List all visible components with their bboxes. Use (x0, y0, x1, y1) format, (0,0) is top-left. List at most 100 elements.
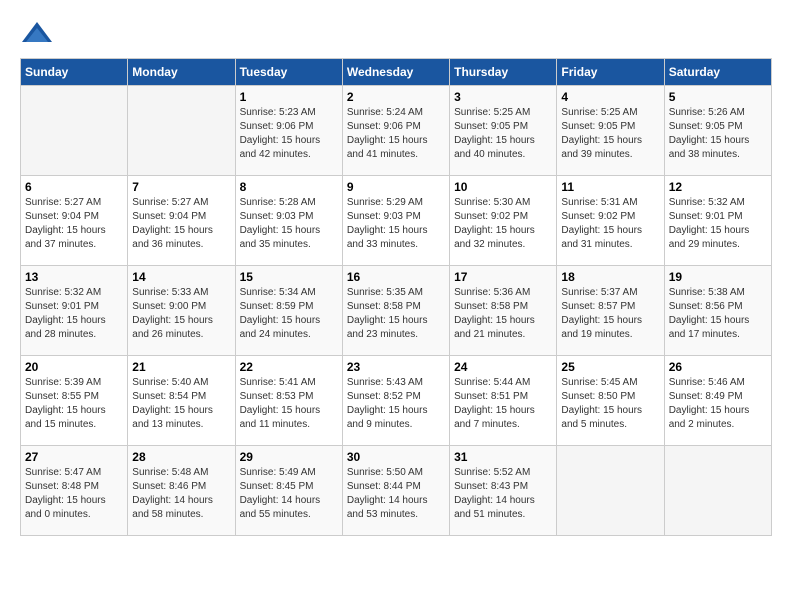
daylight-text: Daylight: 14 hours and 58 minutes. (132, 495, 213, 520)
sunrise-text: Sunrise: 5:35 AM (347, 287, 423, 298)
calendar-cell (664, 446, 771, 536)
weekday-header: Tuesday (235, 59, 342, 86)
day-info: Sunrise: 5:46 AM Sunset: 8:49 PM Dayligh… (669, 376, 767, 432)
day-number: 4 (561, 90, 659, 104)
day-info: Sunrise: 5:25 AM Sunset: 9:05 PM Dayligh… (454, 106, 552, 162)
day-info: Sunrise: 5:26 AM Sunset: 9:05 PM Dayligh… (669, 106, 767, 162)
calendar-cell: 21 Sunrise: 5:40 AM Sunset: 8:54 PM Dayl… (128, 356, 235, 446)
daylight-text: Daylight: 15 hours and 2 minutes. (669, 405, 750, 430)
daylight-text: Daylight: 15 hours and 39 minutes. (561, 135, 642, 160)
day-info: Sunrise: 5:28 AM Sunset: 9:03 PM Dayligh… (240, 196, 338, 252)
day-info: Sunrise: 5:48 AM Sunset: 8:46 PM Dayligh… (132, 466, 230, 522)
daylight-text: Daylight: 15 hours and 7 minutes. (454, 405, 535, 430)
sunset-text: Sunset: 8:51 PM (454, 391, 528, 402)
calendar-cell: 15 Sunrise: 5:34 AM Sunset: 8:59 PM Dayl… (235, 266, 342, 356)
daylight-text: Daylight: 15 hours and 42 minutes. (240, 135, 321, 160)
day-number: 2 (347, 90, 445, 104)
sunset-text: Sunset: 8:45 PM (240, 481, 314, 492)
calendar-cell: 2 Sunrise: 5:24 AM Sunset: 9:06 PM Dayli… (342, 86, 449, 176)
sunrise-text: Sunrise: 5:33 AM (132, 287, 208, 298)
daylight-text: Daylight: 15 hours and 24 minutes. (240, 315, 321, 340)
day-info: Sunrise: 5:25 AM Sunset: 9:05 PM Dayligh… (561, 106, 659, 162)
calendar-cell: 5 Sunrise: 5:26 AM Sunset: 9:05 PM Dayli… (664, 86, 771, 176)
day-number: 17 (454, 270, 552, 284)
sunset-text: Sunset: 8:43 PM (454, 481, 528, 492)
day-number: 21 (132, 360, 230, 374)
sunset-text: Sunset: 9:06 PM (347, 121, 421, 132)
day-number: 28 (132, 450, 230, 464)
day-info: Sunrise: 5:39 AM Sunset: 8:55 PM Dayligh… (25, 376, 123, 432)
day-number: 5 (669, 90, 767, 104)
header-row: SundayMondayTuesdayWednesdayThursdayFrid… (21, 59, 772, 86)
calendar-cell: 28 Sunrise: 5:48 AM Sunset: 8:46 PM Dayl… (128, 446, 235, 536)
sunrise-text: Sunrise: 5:47 AM (25, 467, 101, 478)
day-number: 11 (561, 180, 659, 194)
daylight-text: Daylight: 15 hours and 9 minutes. (347, 405, 428, 430)
day-number: 3 (454, 90, 552, 104)
sunrise-text: Sunrise: 5:45 AM (561, 377, 637, 388)
sunrise-text: Sunrise: 5:32 AM (25, 287, 101, 298)
weekday-header: Friday (557, 59, 664, 86)
day-number: 13 (25, 270, 123, 284)
page-header (20, 20, 772, 48)
daylight-text: Daylight: 15 hours and 33 minutes. (347, 225, 428, 250)
calendar-cell: 31 Sunrise: 5:52 AM Sunset: 8:43 PM Dayl… (450, 446, 557, 536)
day-number: 8 (240, 180, 338, 194)
day-info: Sunrise: 5:23 AM Sunset: 9:06 PM Dayligh… (240, 106, 338, 162)
sunset-text: Sunset: 8:55 PM (25, 391, 99, 402)
daylight-text: Daylight: 15 hours and 15 minutes. (25, 405, 106, 430)
calendar-cell: 16 Sunrise: 5:35 AM Sunset: 8:58 PM Dayl… (342, 266, 449, 356)
day-number: 16 (347, 270, 445, 284)
sunset-text: Sunset: 9:00 PM (132, 301, 206, 312)
calendar-cell: 30 Sunrise: 5:50 AM Sunset: 8:44 PM Dayl… (342, 446, 449, 536)
sunrise-text: Sunrise: 5:30 AM (454, 197, 530, 208)
calendar-cell (557, 446, 664, 536)
sunrise-text: Sunrise: 5:28 AM (240, 197, 316, 208)
day-number: 19 (669, 270, 767, 284)
daylight-text: Daylight: 15 hours and 17 minutes. (669, 315, 750, 340)
sunset-text: Sunset: 8:54 PM (132, 391, 206, 402)
calendar-cell: 20 Sunrise: 5:39 AM Sunset: 8:55 PM Dayl… (21, 356, 128, 446)
day-number: 26 (669, 360, 767, 374)
calendar-cell: 29 Sunrise: 5:49 AM Sunset: 8:45 PM Dayl… (235, 446, 342, 536)
daylight-text: Daylight: 15 hours and 41 minutes. (347, 135, 428, 160)
day-number: 27 (25, 450, 123, 464)
sunrise-text: Sunrise: 5:41 AM (240, 377, 316, 388)
sunrise-text: Sunrise: 5:25 AM (561, 107, 637, 118)
daylight-text: Daylight: 15 hours and 38 minutes. (669, 135, 750, 160)
day-info: Sunrise: 5:29 AM Sunset: 9:03 PM Dayligh… (347, 196, 445, 252)
sunset-text: Sunset: 8:56 PM (669, 301, 743, 312)
sunrise-text: Sunrise: 5:50 AM (347, 467, 423, 478)
weekday-header: Thursday (450, 59, 557, 86)
sunrise-text: Sunrise: 5:31 AM (561, 197, 637, 208)
daylight-text: Daylight: 15 hours and 36 minutes. (132, 225, 213, 250)
calendar-cell: 24 Sunrise: 5:44 AM Sunset: 8:51 PM Dayl… (450, 356, 557, 446)
day-number: 24 (454, 360, 552, 374)
sunset-text: Sunset: 8:50 PM (561, 391, 635, 402)
sunset-text: Sunset: 9:06 PM (240, 121, 314, 132)
calendar-cell: 1 Sunrise: 5:23 AM Sunset: 9:06 PM Dayli… (235, 86, 342, 176)
calendar-cell: 25 Sunrise: 5:45 AM Sunset: 8:50 PM Dayl… (557, 356, 664, 446)
sunrise-text: Sunrise: 5:40 AM (132, 377, 208, 388)
day-info: Sunrise: 5:37 AM Sunset: 8:57 PM Dayligh… (561, 286, 659, 342)
weekday-header: Wednesday (342, 59, 449, 86)
calendar-cell: 8 Sunrise: 5:28 AM Sunset: 9:03 PM Dayli… (235, 176, 342, 266)
day-number: 14 (132, 270, 230, 284)
sunset-text: Sunset: 9:02 PM (561, 211, 635, 222)
sunrise-text: Sunrise: 5:48 AM (132, 467, 208, 478)
calendar-cell (128, 86, 235, 176)
daylight-text: Daylight: 15 hours and 32 minutes. (454, 225, 535, 250)
daylight-text: Daylight: 15 hours and 13 minutes. (132, 405, 213, 430)
day-info: Sunrise: 5:31 AM Sunset: 9:02 PM Dayligh… (561, 196, 659, 252)
day-info: Sunrise: 5:45 AM Sunset: 8:50 PM Dayligh… (561, 376, 659, 432)
sunrise-text: Sunrise: 5:27 AM (25, 197, 101, 208)
daylight-text: Daylight: 14 hours and 51 minutes. (454, 495, 535, 520)
day-info: Sunrise: 5:36 AM Sunset: 8:58 PM Dayligh… (454, 286, 552, 342)
day-number: 12 (669, 180, 767, 194)
day-number: 31 (454, 450, 552, 464)
sunrise-text: Sunrise: 5:43 AM (347, 377, 423, 388)
daylight-text: Daylight: 15 hours and 19 minutes. (561, 315, 642, 340)
sunset-text: Sunset: 9:05 PM (454, 121, 528, 132)
day-number: 15 (240, 270, 338, 284)
calendar-week-row: 13 Sunrise: 5:32 AM Sunset: 9:01 PM Dayl… (21, 266, 772, 356)
